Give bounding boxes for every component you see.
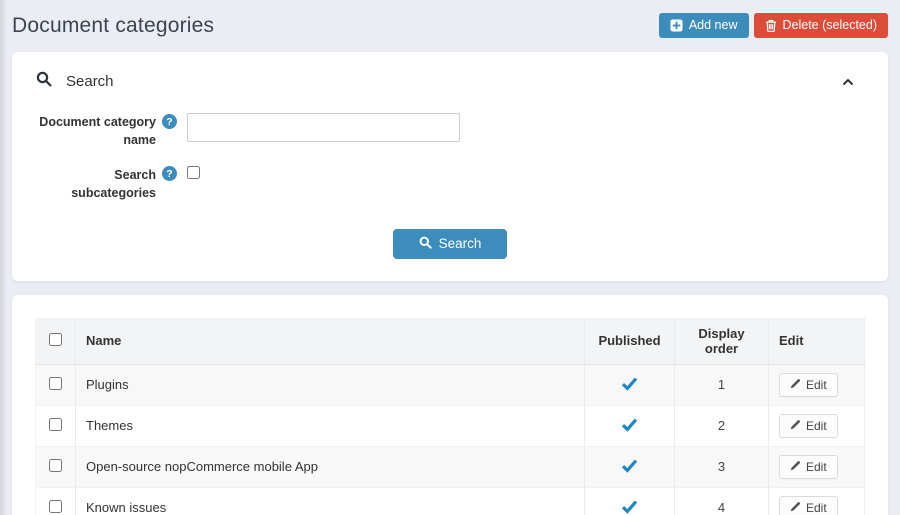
- table-row: Open-source nopCommerce mobile App 3 Edi…: [35, 446, 865, 488]
- pencil-icon: [790, 378, 801, 392]
- table-row: Known issues 4 Edit: [35, 487, 865, 515]
- row-published-cell: [584, 446, 675, 488]
- collapse-panel-button[interactable]: [832, 70, 864, 93]
- table-row: Themes 2 Edit: [35, 405, 865, 447]
- row-name-cell: Known issues: [75, 487, 585, 515]
- delete-selected-button[interactable]: Delete (selected): [753, 13, 888, 38]
- row-select-cell: [35, 487, 76, 515]
- row-edit-cell: Edit: [768, 364, 865, 406]
- add-new-label: Add new: [688, 18, 738, 33]
- header-buttons: Add new Delete (selected): [658, 13, 888, 38]
- search-panel-title: Search: [66, 73, 114, 90]
- search-button[interactable]: Search: [392, 228, 508, 259]
- row-checkbox[interactable]: [49, 377, 62, 390]
- edit-button[interactable]: Edit: [779, 413, 838, 438]
- row-name-cell: Themes: [75, 405, 585, 447]
- category-name: Open-source nopCommerce mobile App: [86, 459, 318, 474]
- edit-button-label: Edit: [806, 418, 827, 433]
- row-select-cell: [35, 405, 76, 447]
- edit-button[interactable]: Edit: [779, 495, 838, 515]
- search-subcategories-label: Search subcategories: [71, 168, 156, 201]
- row-checkbox[interactable]: [49, 418, 62, 431]
- column-header-display-order: Display order: [674, 317, 769, 365]
- column-header-published: Published: [584, 317, 675, 365]
- published-check-icon: [621, 458, 638, 476]
- pencil-icon: [790, 501, 801, 515]
- search-panel: Search Document category name ? Search s…: [12, 52, 888, 281]
- table-row: Plugins 1 Edit: [35, 364, 865, 406]
- select-all-cell: [35, 317, 76, 365]
- category-name: Plugins: [86, 377, 129, 392]
- pencil-icon: [790, 419, 801, 433]
- pencil-icon: [790, 460, 801, 474]
- row-display-order-cell: 1: [674, 364, 769, 406]
- document-category-name-input[interactable]: [187, 113, 460, 142]
- published-check-icon: [621, 417, 638, 435]
- help-icon[interactable]: ?: [162, 114, 177, 129]
- content-header: Document categories Add new Delete (sele…: [0, 0, 900, 52]
- row-display-order-cell: 2: [674, 405, 769, 447]
- published-check-icon: [621, 499, 638, 515]
- row-display-order-cell: 4: [674, 487, 769, 515]
- help-icon[interactable]: ?: [162, 166, 177, 182]
- row-published-cell: [584, 405, 675, 447]
- column-header-name: Name: [75, 317, 585, 365]
- row-select-cell: [35, 364, 76, 406]
- search-icon: [419, 236, 432, 252]
- edit-button[interactable]: Edit: [779, 372, 838, 397]
- table-body: Plugins 1 Edit Themes 2 Edit Open-source…: [35, 364, 865, 515]
- chevron-up-icon: [842, 74, 854, 89]
- category-name: Known issues: [86, 500, 167, 515]
- edit-button-label: Edit: [806, 500, 827, 515]
- row-published-cell: [584, 487, 675, 515]
- plus-square-icon: [670, 19, 683, 32]
- edit-button-label: Edit: [806, 459, 827, 474]
- category-name: Themes: [86, 418, 133, 433]
- document-categories-table: Name Published Display order Edit Plugin…: [35, 317, 865, 515]
- edit-button[interactable]: Edit: [779, 454, 838, 479]
- table-header-row: Name Published Display order Edit: [35, 317, 865, 365]
- add-new-button[interactable]: Add new: [658, 13, 749, 38]
- row-name-cell: Open-source nopCommerce mobile App: [75, 446, 585, 488]
- document-category-name-row: Document category name ?: [36, 113, 864, 149]
- row-name-cell: Plugins: [75, 364, 585, 406]
- row-select-cell: [35, 446, 76, 488]
- grid-panel: Name Published Display order Edit Plugin…: [12, 294, 888, 515]
- row-edit-cell: Edit: [768, 446, 865, 488]
- edit-button-label: Edit: [806, 377, 827, 392]
- published-check-icon: [621, 376, 638, 394]
- delete-selected-label: Delete (selected): [782, 18, 878, 33]
- row-published-cell: [584, 364, 675, 406]
- search-button-label: Search: [438, 236, 482, 251]
- document-category-name-label: Document category name: [39, 115, 156, 148]
- row-checkbox[interactable]: [49, 459, 62, 472]
- trash-icon: [765, 19, 777, 32]
- column-header-edit: Edit: [768, 317, 865, 365]
- row-edit-cell: Edit: [768, 487, 865, 515]
- page-title: Document categories: [12, 13, 215, 37]
- search-subcategories-checkbox[interactable]: [187, 166, 200, 180]
- search-subcategories-row: Search subcategories ?: [36, 165, 864, 202]
- select-all-checkbox[interactable]: [49, 333, 62, 346]
- row-edit-cell: Edit: [768, 405, 865, 447]
- row-checkbox[interactable]: [49, 500, 62, 513]
- search-icon: [36, 71, 52, 92]
- row-display-order-cell: 3: [674, 446, 769, 488]
